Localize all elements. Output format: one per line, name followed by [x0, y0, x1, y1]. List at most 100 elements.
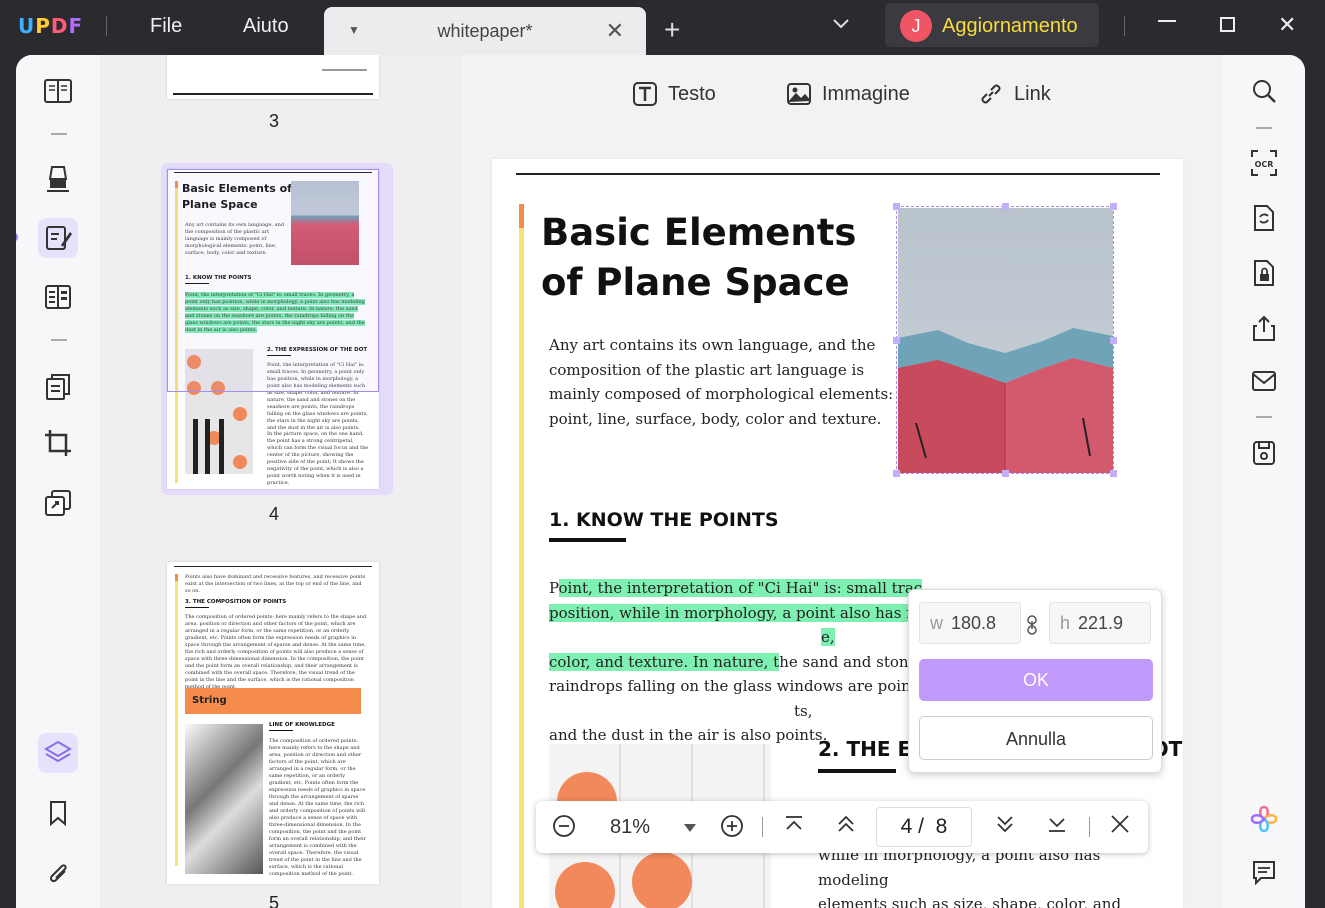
page-number: 4	[268, 504, 279, 524]
convert-button[interactable]	[38, 483, 78, 523]
ai-assistant-icon	[1250, 805, 1278, 833]
thumbnail-page-5[interactable]: Points also have dominant and recessive …	[167, 562, 379, 884]
intro-paragraph[interactable]: Any art contains its own language, and t…	[549, 333, 899, 431]
crop-button[interactable]	[38, 423, 78, 463]
menu-help[interactable]: Aiuto	[243, 15, 289, 38]
ok-button[interactable]: OK	[919, 659, 1153, 701]
edit-pdf-button[interactable]	[38, 218, 78, 258]
attachment-button[interactable]	[38, 853, 78, 893]
resize-handle[interactable]	[893, 470, 900, 477]
email-button[interactable]	[1248, 365, 1280, 397]
tab-title: whitepaper*	[437, 21, 533, 41]
height-field[interactable]: h 221.9	[1049, 602, 1151, 644]
bookmark-button[interactable]	[38, 793, 78, 833]
layers-icon	[44, 740, 72, 763]
add-image-button[interactable]: Immagine	[786, 81, 910, 107]
add-text-button[interactable]: Testo	[632, 81, 716, 107]
ocr-button[interactable]: OCR	[1248, 147, 1280, 179]
crop-icon	[45, 430, 71, 456]
building-photo	[898, 208, 1113, 473]
page-navigation-bar: 81% 4 / 8	[536, 801, 1148, 853]
aspect-lock-icon[interactable]	[1027, 615, 1037, 640]
first-page-icon[interactable]	[784, 814, 804, 840]
resize-handle[interactable]	[893, 337, 900, 344]
organize-pages-button[interactable]	[38, 367, 78, 407]
maximize-icon[interactable]	[1220, 17, 1235, 32]
previous-page-icon[interactable]	[836, 814, 856, 840]
book-icon	[44, 79, 72, 103]
divider	[1256, 416, 1272, 418]
page-number-input[interactable]: 4 / 8	[876, 807, 972, 847]
mail-icon	[1252, 371, 1276, 391]
resize-handle[interactable]	[1110, 337, 1117, 344]
comments-button[interactable]	[1248, 856, 1280, 888]
next-page-icon[interactable]	[995, 814, 1015, 840]
selected-image[interactable]	[893, 203, 1117, 477]
zoom-dropdown-icon[interactable]	[684, 819, 696, 837]
convert-pdf-button[interactable]	[1248, 202, 1280, 234]
save-button[interactable]	[1248, 437, 1280, 469]
text-icon	[633, 82, 657, 106]
last-page-icon[interactable]	[1047, 814, 1067, 840]
thumbnail-page-4[interactable]: Basic Elements of Plane Space Any art co…	[167, 169, 379, 489]
save-icon	[1253, 441, 1275, 465]
resize-handle[interactable]	[893, 203, 900, 210]
updf-logo: UPDF	[18, 14, 84, 38]
accent-bar	[519, 204, 524, 228]
divider	[51, 339, 67, 341]
layers-button[interactable]	[38, 733, 78, 773]
thumbnail-page-3[interactable]	[167, 55, 379, 99]
divider	[106, 16, 107, 36]
convert-file-icon	[1254, 205, 1274, 231]
page-number: 5	[268, 893, 279, 908]
page-title[interactable]: Basic Elements of Plane Space	[541, 208, 901, 308]
heading-underline	[818, 769, 896, 773]
pdf-page[interactable]: Basic Elements of Plane Space Any art co…	[492, 159, 1183, 908]
link-icon	[981, 84, 1001, 104]
new-tab-icon[interactable]: +	[664, 14, 680, 46]
image-size-popup: w 180.8 h 221.9 OK Annulla	[908, 589, 1162, 773]
resize-handle[interactable]	[1110, 203, 1117, 210]
search-icon	[1253, 80, 1276, 103]
zoom-level[interactable]: 81%	[610, 816, 650, 839]
right-toolbar: OCR	[1222, 55, 1305, 908]
document-area: Testo Immagine Link Basic Elements of Pl…	[462, 55, 1222, 908]
thumbnail-architecture-image	[185, 724, 263, 874]
width-field[interactable]: w 180.8	[919, 602, 1021, 644]
section-heading[interactable]: 1. KNOW THE POINTS	[549, 509, 779, 531]
tabs-dropdown-icon[interactable]	[832, 10, 850, 36]
close-nav-icon[interactable]	[1110, 814, 1130, 840]
form-button[interactable]	[38, 277, 78, 317]
left-toolbar	[16, 55, 100, 908]
reader-mode-button[interactable]	[38, 71, 78, 111]
protect-button[interactable]	[1248, 257, 1280, 289]
svg-text:OCR: OCR	[1255, 160, 1274, 169]
menu-file[interactable]: File	[150, 15, 182, 38]
upgrade-button[interactable]: J Aggiornamento	[885, 3, 1099, 47]
ai-assistant-button[interactable]	[1248, 803, 1280, 835]
add-link-button[interactable]: Link	[978, 81, 1051, 107]
pages-icon	[46, 374, 70, 400]
document-tab[interactable]: ▼ whitepaper* ✕	[324, 7, 646, 55]
main-window: 3 Basic Elements of Plane Space Any art …	[16, 55, 1305, 908]
edit-toolbar: Testo Immagine Link	[462, 55, 1222, 135]
avatar: J	[900, 10, 932, 42]
image-icon	[787, 83, 811, 105]
share-icon	[1253, 315, 1275, 341]
resize-handle[interactable]	[1002, 470, 1009, 477]
share-button[interactable]	[1248, 312, 1280, 344]
page-number: 3	[268, 111, 279, 131]
resize-handle[interactable]	[1002, 203, 1009, 210]
close-window-icon[interactable]: ✕	[1278, 12, 1296, 38]
search-button[interactable]	[1248, 75, 1280, 107]
zoom-in-icon[interactable]	[720, 814, 744, 844]
cancel-button[interactable]: Annulla	[919, 716, 1153, 760]
comment-button[interactable]	[38, 158, 78, 198]
close-tab-icon[interactable]: ✕	[606, 18, 624, 44]
string-banner: String	[185, 688, 361, 714]
resize-handle[interactable]	[1110, 470, 1117, 477]
zoom-out-icon[interactable]	[552, 814, 576, 844]
viewport-indicator[interactable]	[167, 169, 379, 392]
minimize-icon[interactable]	[1158, 20, 1176, 22]
title-bar: UPDF File Aiuto ▼ whitepaper* ✕ + J Aggi…	[0, 0, 1325, 55]
